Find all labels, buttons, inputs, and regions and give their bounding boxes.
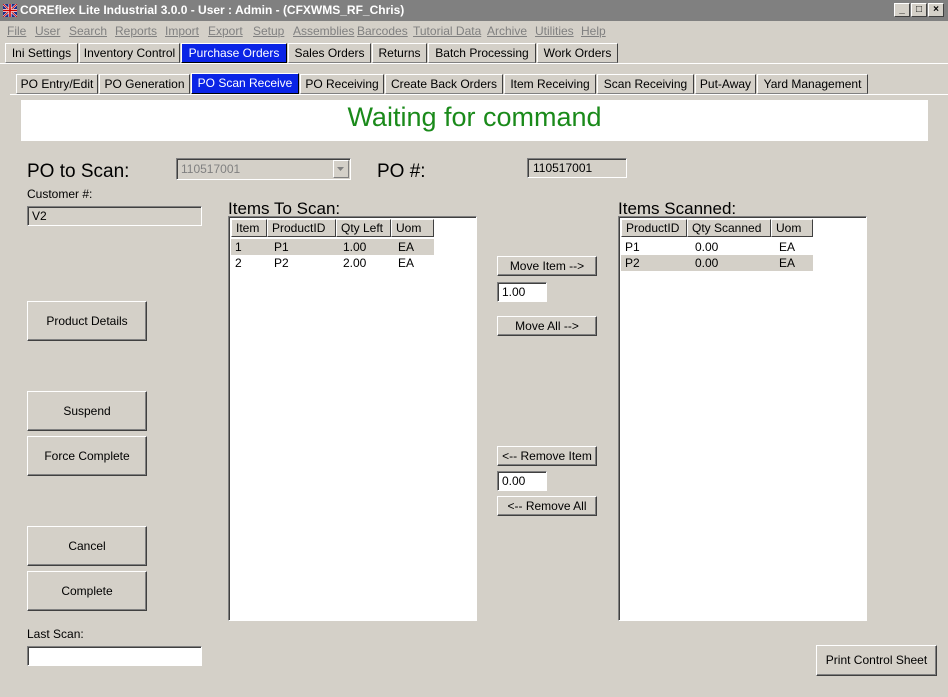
menu-user[interactable]: User bbox=[35, 24, 60, 38]
menu-help[interactable]: Help bbox=[581, 24, 606, 38]
po-number-field: 110517001 bbox=[527, 158, 627, 178]
cell-uom: EA bbox=[779, 256, 796, 270]
menu-barcodes[interactable]: Barcodes bbox=[357, 24, 408, 38]
subtab-po-generation[interactable]: PO Generation bbox=[99, 74, 190, 94]
tab-sales-orders[interactable]: Sales Orders bbox=[288, 43, 371, 63]
tab-ini-settings[interactable]: Ini Settings bbox=[5, 43, 78, 63]
customer-field: V2 bbox=[27, 206, 202, 226]
menu-utilities[interactable]: Utilities bbox=[535, 24, 574, 38]
tab-purchase-orders[interactable]: Purchase Orders bbox=[181, 43, 287, 63]
move-item-button[interactable]: Move Item --> bbox=[497, 256, 597, 276]
tab-divider bbox=[0, 63, 948, 64]
menu-import[interactable]: Import bbox=[165, 24, 199, 38]
minimize-button[interactable]: _ bbox=[894, 3, 910, 17]
menu-search[interactable]: Search bbox=[69, 24, 107, 38]
menu-reports[interactable]: Reports bbox=[115, 24, 157, 38]
remove-qty-input[interactable]: 0.00 bbox=[497, 471, 547, 491]
cell-item: 2 bbox=[235, 256, 242, 270]
move-qty-input[interactable]: 1.00 bbox=[497, 282, 547, 302]
column-header-item[interactable]: Item bbox=[231, 219, 267, 237]
maximize-button[interactable]: □ bbox=[911, 3, 927, 17]
table-row[interactable]: P1 0.00 EA bbox=[621, 239, 813, 255]
subtab-yard-management[interactable]: Yard Management bbox=[757, 74, 868, 94]
column-header-uom[interactable]: Uom bbox=[771, 219, 813, 237]
menu-export[interactable]: Export bbox=[208, 24, 243, 38]
items-scanned-list[interactable]: ProductID Qty Scanned Uom P1 0.00 EA P2 … bbox=[618, 216, 867, 621]
cell-qty-scanned: 0.00 bbox=[695, 240, 719, 254]
column-header-qty-left[interactable]: Qty Left bbox=[336, 219, 391, 237]
tab-returns[interactable]: Returns bbox=[372, 43, 427, 63]
cell-productid: P2 bbox=[625, 256, 640, 270]
tab-inventory-control[interactable]: Inventory Control bbox=[79, 43, 180, 63]
menu-tutorial-data[interactable]: Tutorial Data bbox=[413, 24, 481, 38]
remove-all-button[interactable]: <-- Remove All bbox=[497, 496, 597, 516]
cell-qty-left: 1.00 bbox=[343, 240, 367, 254]
cell-qty-left: 2.00 bbox=[343, 256, 367, 270]
title-bar: COREflex Lite Industrial 3.0.0 - User : … bbox=[0, 0, 948, 21]
po-to-scan-label: PO to Scan: bbox=[27, 161, 130, 182]
subtab-po-scan-receive[interactable]: PO Scan Receive bbox=[191, 73, 299, 94]
tab-work-orders[interactable]: Work Orders bbox=[537, 43, 618, 63]
force-complete-button[interactable]: Force Complete bbox=[27, 436, 147, 476]
window-title: COREflex Lite Industrial 3.0.0 - User : … bbox=[20, 3, 405, 17]
cell-item: 1 bbox=[235, 240, 242, 254]
cell-productid: P1 bbox=[625, 240, 640, 254]
subtab-create-back-orders[interactable]: Create Back Orders bbox=[385, 74, 503, 94]
items-to-scan-list[interactable]: Item ProductID Qty Left Uom 1 P1 1.00 EA… bbox=[228, 216, 477, 621]
column-header-productid[interactable]: ProductID bbox=[267, 219, 336, 237]
cell-uom: EA bbox=[398, 240, 415, 254]
subtab-po-receiving[interactable]: PO Receiving bbox=[300, 74, 384, 94]
menu-archive[interactable]: Archive bbox=[487, 24, 527, 38]
close-button[interactable]: × bbox=[928, 3, 944, 17]
subtab-item-receiving[interactable]: Item Receiving bbox=[504, 74, 596, 94]
po-number-label: PO #: bbox=[377, 161, 426, 182]
subtab-put-away[interactable]: Put-Away bbox=[695, 74, 756, 94]
status-message: Waiting for command bbox=[347, 102, 602, 132]
complete-button[interactable]: Complete bbox=[27, 571, 147, 611]
move-all-button[interactable]: Move All --> bbox=[497, 316, 597, 336]
status-banner: Waiting for command bbox=[21, 100, 928, 141]
app-flag-icon bbox=[3, 4, 17, 17]
last-scan-label: Last Scan: bbox=[27, 627, 84, 641]
subtab-po-entry-edit[interactable]: PO Entry/Edit bbox=[16, 74, 98, 94]
product-details-button[interactable]: Product Details bbox=[27, 301, 147, 341]
table-row[interactable]: 2 P2 2.00 EA bbox=[231, 255, 434, 271]
cell-qty-scanned: 0.00 bbox=[695, 256, 719, 270]
menu-bar: File User Search Reports Import Export S… bbox=[0, 21, 948, 41]
menu-setup[interactable]: Setup bbox=[253, 24, 284, 38]
tab-batch-processing[interactable]: Batch Processing bbox=[428, 43, 536, 63]
menu-assemblies[interactable]: Assemblies bbox=[293, 24, 354, 38]
column-header-qty-scanned[interactable]: Qty Scanned bbox=[687, 219, 771, 237]
cell-uom: EA bbox=[398, 256, 415, 270]
subtab-divider bbox=[10, 94, 948, 95]
cell-uom: EA bbox=[779, 240, 796, 254]
subtab-scan-receiving[interactable]: Scan Receiving bbox=[597, 74, 694, 94]
print-control-sheet-button[interactable]: Print Control Sheet bbox=[816, 645, 937, 676]
po-to-scan-select[interactable]: 110517001 bbox=[176, 158, 351, 180]
menu-file[interactable]: File bbox=[7, 24, 26, 38]
table-row[interactable]: P2 0.00 EA bbox=[621, 255, 813, 271]
chevron-down-icon bbox=[337, 167, 344, 171]
table-row[interactable]: 1 P1 1.00 EA bbox=[231, 239, 434, 255]
cancel-button[interactable]: Cancel bbox=[27, 526, 147, 566]
customer-label: Customer #: bbox=[27, 187, 93, 201]
remove-item-button[interactable]: <-- Remove Item bbox=[497, 446, 597, 466]
column-header-uom[interactable]: Uom bbox=[391, 219, 434, 237]
cell-productid: P2 bbox=[274, 256, 289, 270]
po-to-scan-value: 110517001 bbox=[181, 162, 241, 176]
column-header-productid[interactable]: ProductID bbox=[621, 219, 687, 237]
last-scan-input[interactable] bbox=[27, 646, 202, 666]
suspend-button[interactable]: Suspend bbox=[27, 391, 147, 431]
cell-productid: P1 bbox=[274, 240, 289, 254]
dropdown-arrow-button[interactable] bbox=[333, 160, 349, 178]
